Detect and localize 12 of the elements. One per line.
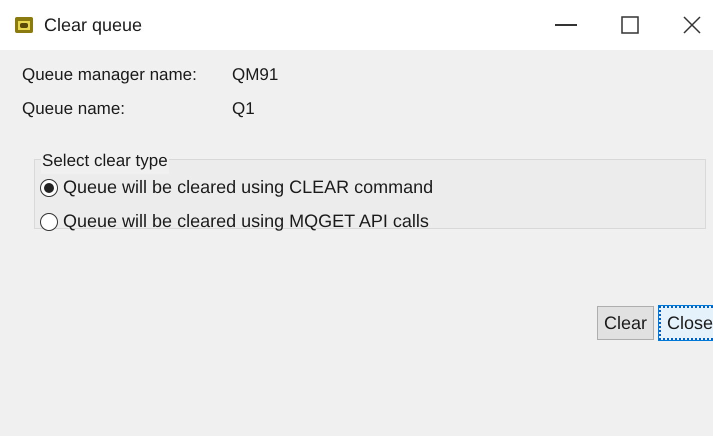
field-label: Queue manager name: xyxy=(22,64,198,86)
radio-option[interactable]: Queue will be cleared using CLEAR command xyxy=(40,174,705,201)
field-label: Queue name: xyxy=(22,98,126,120)
close-icon[interactable] xyxy=(683,16,701,34)
maximize-icon[interactable] xyxy=(621,16,639,34)
field-value: Q1 xyxy=(232,98,255,120)
field-value: QM91 xyxy=(232,64,278,86)
dialog-button[interactable]: Clear xyxy=(596,306,654,340)
radio-option[interactable]: Queue will be cleared using MQGET API calls xyxy=(40,208,705,235)
app-icon xyxy=(14,16,34,34)
dialog-button[interactable]: Close xyxy=(658,306,713,340)
window-title: Clear queue xyxy=(44,14,142,37)
